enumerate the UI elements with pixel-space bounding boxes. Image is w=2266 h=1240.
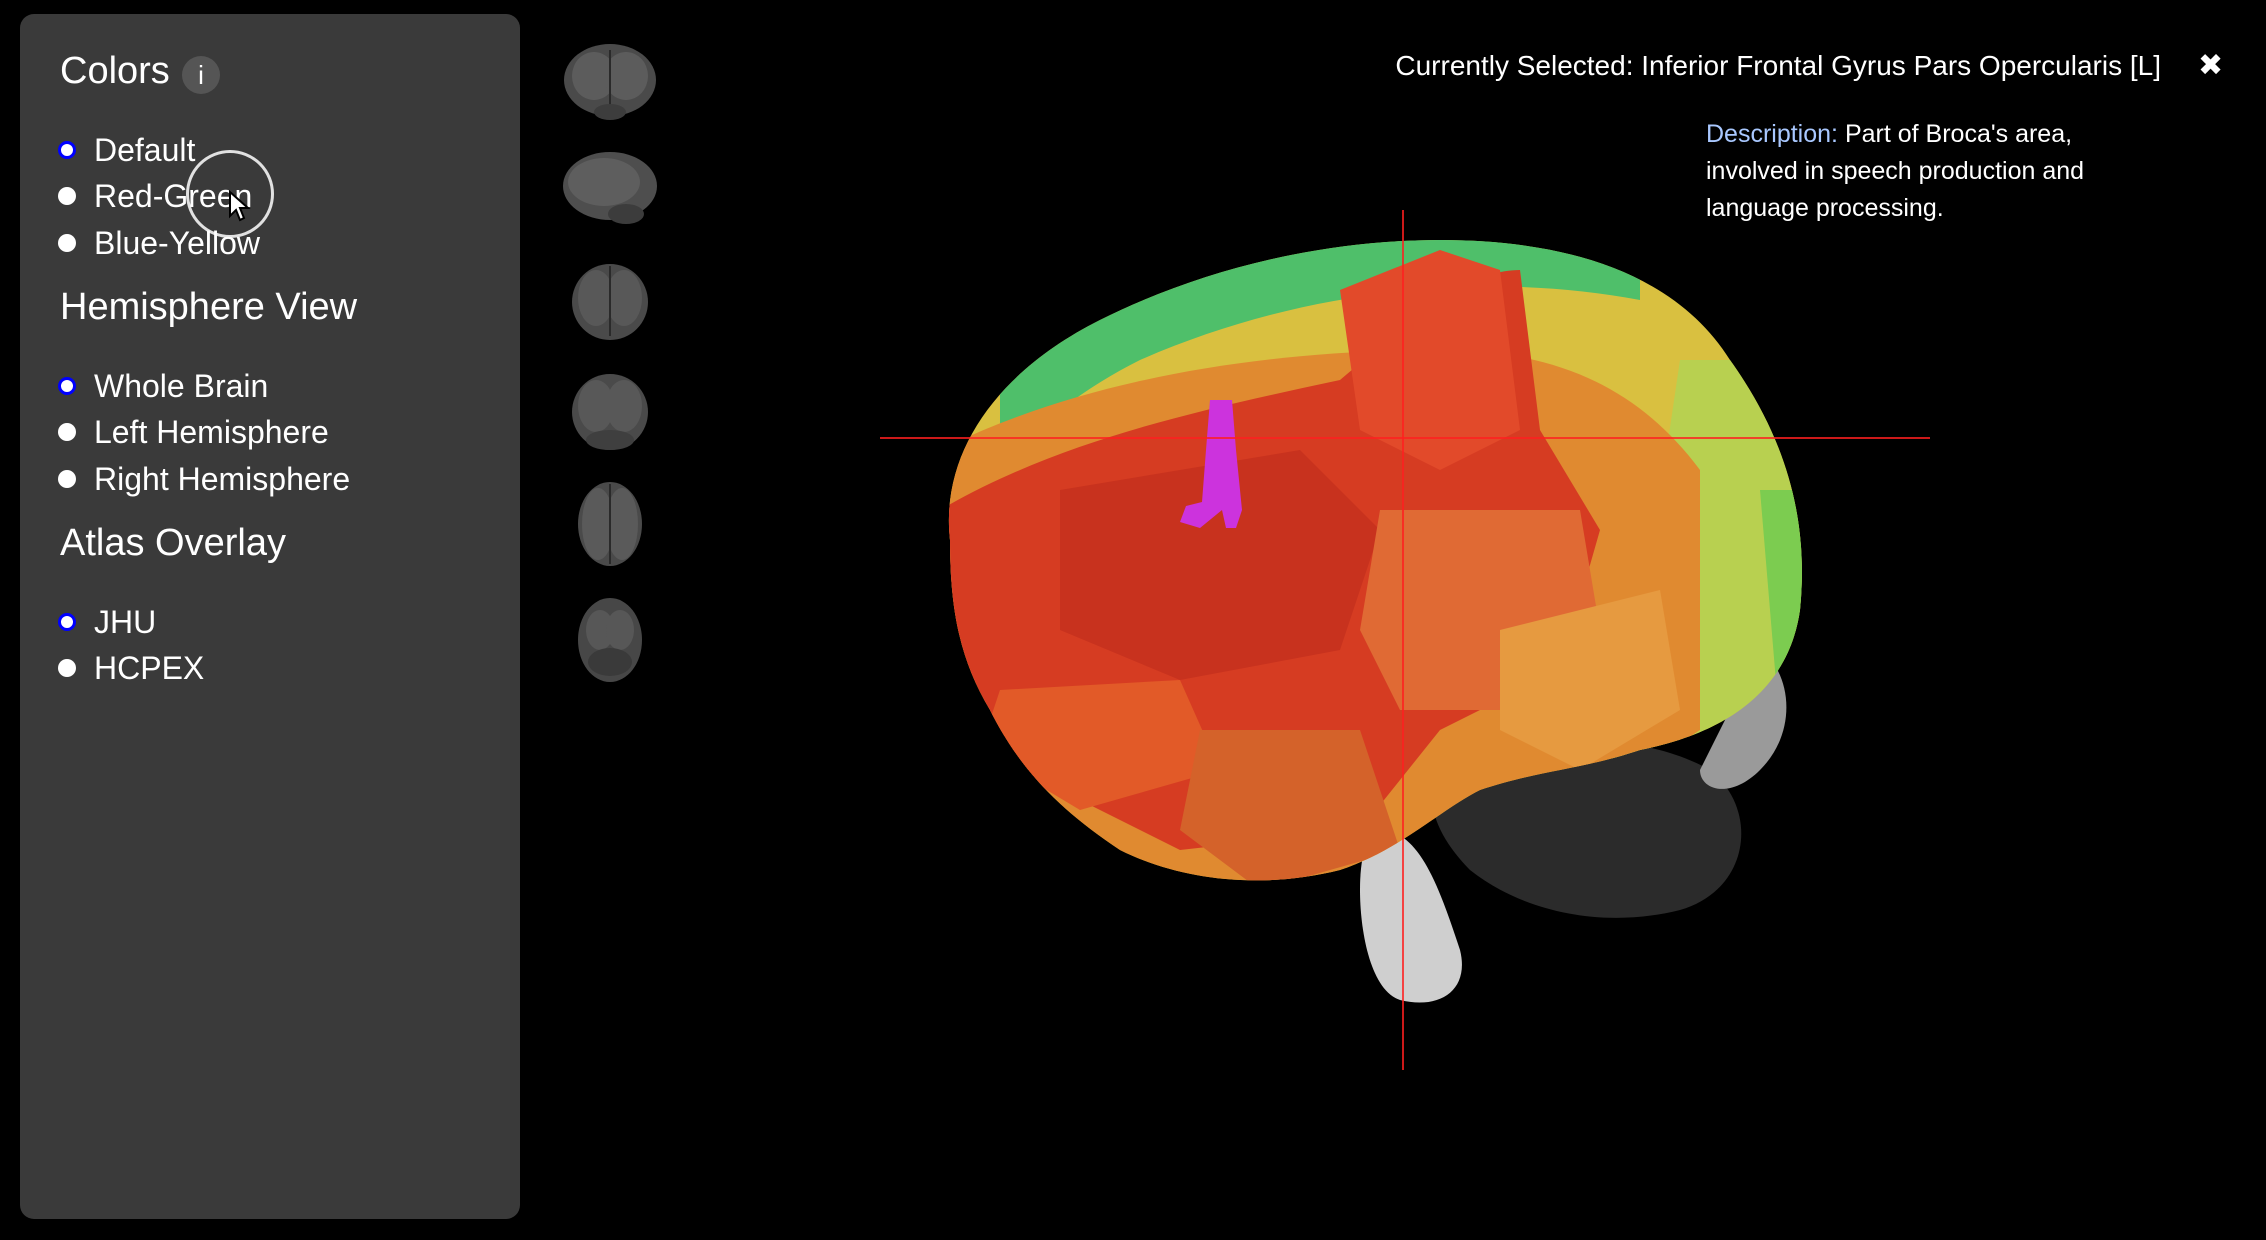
info-icon[interactable]: i <box>182 56 220 94</box>
brain-thumb-back-icon[interactable] <box>560 256 660 346</box>
color-option-blue-yellow[interactable]: Blue-Yellow <box>58 223 260 263</box>
color-option-default[interactable]: Default <box>58 130 195 170</box>
brain-3d-viewer[interactable] <box>880 210 1930 1070</box>
atlas-option-hcpex[interactable]: HCPEX <box>58 648 204 688</box>
color-option-red-green[interactable]: Red-Green <box>58 176 252 216</box>
radio-label: Whole Brain <box>94 367 269 404</box>
control-panel: Colors i Default Red-Green Blue-Yellow H… <box>20 14 520 1219</box>
radio-icon[interactable] <box>58 234 76 252</box>
colors-title: Colors <box>60 50 170 92</box>
close-icon[interactable]: ✖ <box>2198 48 2223 83</box>
radio-selected-icon[interactable] <box>58 141 76 159</box>
atlas-option-jhu[interactable]: JHU <box>58 602 156 642</box>
radio-icon[interactable] <box>58 423 76 441</box>
radio-label: HCPEX <box>94 649 205 686</box>
radio-selected-icon[interactable] <box>58 377 76 395</box>
brain-thumb-posterior-icon[interactable] <box>560 366 660 456</box>
description-label: Description: <box>1706 120 1838 148</box>
radio-label: Blue-Yellow <box>94 224 261 261</box>
radio-selected-icon[interactable] <box>58 613 76 631</box>
hemisphere-option-whole[interactable]: Whole Brain <box>58 366 268 406</box>
radio-icon[interactable] <box>58 470 76 488</box>
atlas-title: Atlas Overlay <box>60 522 286 564</box>
radio-label: JHU <box>94 603 157 640</box>
current-selection: Currently Selected: Inferior Frontal Gyr… <box>1395 50 2161 81</box>
hemisphere-option-right[interactable]: Right Hemisphere <box>58 459 350 499</box>
brain-thumb-bottom-icon[interactable] <box>560 594 660 684</box>
radio-label: Default <box>94 131 196 168</box>
radio-label: Red-Green <box>94 177 253 214</box>
radio-label: Left Hemisphere <box>94 413 329 450</box>
brain-thumb-top-icon[interactable] <box>560 478 660 568</box>
radio-icon[interactable] <box>58 659 76 677</box>
hemisphere-title: Hemisphere View <box>60 286 358 328</box>
brain-thumb-front-icon[interactable] <box>560 36 660 126</box>
brain-thumb-side-icon[interactable] <box>560 144 660 234</box>
hemisphere-option-left[interactable]: Left Hemisphere <box>58 412 329 452</box>
radio-label: Right Hemisphere <box>94 460 351 497</box>
radio-icon[interactable] <box>58 187 76 205</box>
